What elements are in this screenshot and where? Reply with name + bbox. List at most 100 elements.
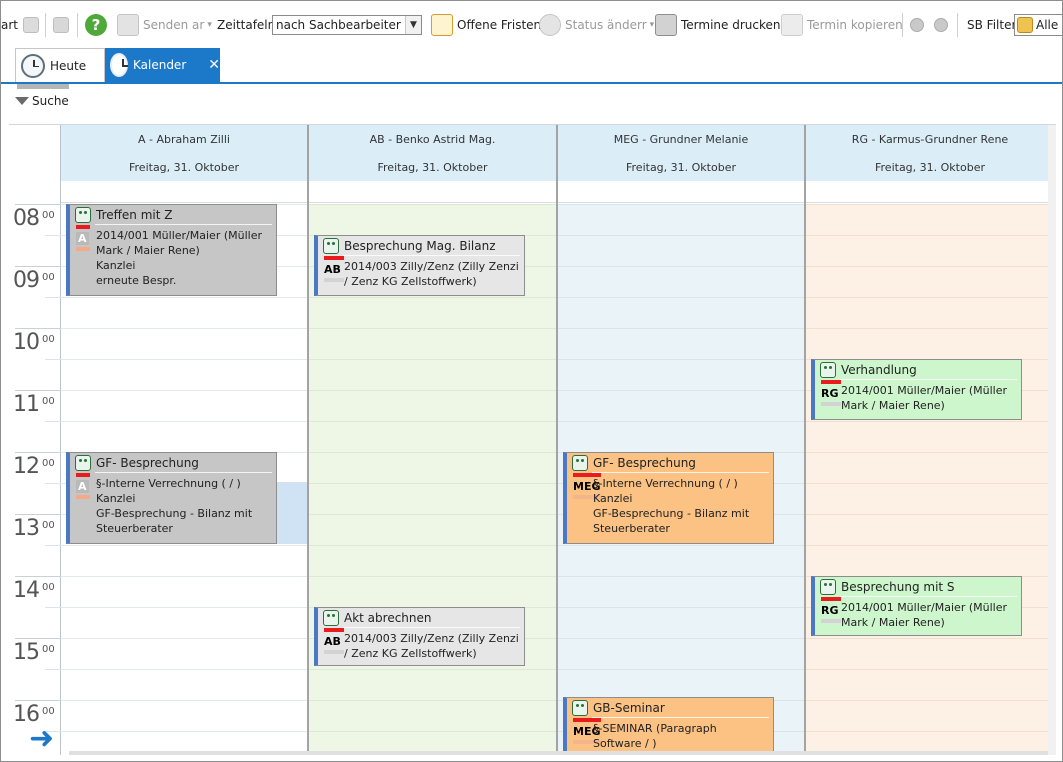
app-window: art ? Senden ar ▾ Zeittafeln nach Sachbe… bbox=[0, 0, 1063, 762]
appointment-details: §-Interne Verrechnung ( / ) Kanzlei GF-B… bbox=[96, 477, 253, 535]
copy-appointment-button[interactable]: Termin kopieren bbox=[781, 7, 903, 43]
staff-name: RG - Karmus-Grundner Rene bbox=[851, 133, 1009, 146]
minute-number: 00 bbox=[42, 582, 55, 593]
search-button[interactable]: Suche bbox=[15, 94, 69, 108]
appointment-type-icon bbox=[323, 238, 339, 254]
tab-kalender[interactable]: Kalender ✕ bbox=[105, 48, 220, 82]
appointment-title: GB-Seminar bbox=[593, 701, 665, 715]
staff-badge: RG bbox=[821, 387, 839, 400]
sb-filter-select[interactable]: Alle bbox=[1014, 14, 1062, 36]
staff-badge: RG bbox=[821, 604, 839, 617]
hour-number: 09 bbox=[13, 268, 40, 293]
all-day-row[interactable] bbox=[61, 181, 307, 203]
calendar-warning-icon bbox=[431, 14, 453, 36]
appointment[interactable]: Akt abrechnen AB 2014/003 Zilly/Zenz (Zill… bbox=[314, 607, 525, 666]
appointment-type-icon bbox=[820, 362, 836, 378]
appointment[interactable]: GF- Besprechung MEG §-Interne Verrechnung … bbox=[563, 452, 774, 544]
appointment[interactable]: Besprechung mit S RG 2014/001 Müller/Maier… bbox=[811, 576, 1022, 636]
all-day-row[interactable] bbox=[309, 181, 556, 203]
priority-bar bbox=[76, 225, 90, 229]
appointment-type-icon bbox=[572, 700, 588, 716]
zeittafeln-label: Zeittafeln bbox=[217, 18, 276, 32]
appointment-title: GF- Besprechung bbox=[96, 456, 199, 470]
hour-label: 11 00 bbox=[9, 390, 61, 452]
column-date: Freitag, 31. Oktober bbox=[129, 161, 239, 174]
change-status-label: Status änderr bbox=[565, 18, 647, 32]
help-icon[interactable]: ? bbox=[85, 7, 107, 43]
users-icon bbox=[1017, 17, 1033, 33]
hour-number: 12 bbox=[13, 454, 40, 479]
arrow-right-icon[interactable]: ➜ bbox=[29, 724, 54, 754]
print-appointments-button[interactable]: Termine drucken bbox=[655, 7, 781, 43]
hour-label: 08 00 bbox=[9, 204, 61, 266]
column-header[interactable]: AB - Benko Astrid Mag. Freitag, 31. Oktob… bbox=[309, 125, 556, 181]
tab-heute[interactable]: Heute bbox=[15, 48, 105, 82]
minute-number: 00 bbox=[42, 520, 55, 531]
filter-icon bbox=[15, 97, 29, 105]
appointment[interactable]: GF- Besprechung A §-Interne Verrechnung ( … bbox=[66, 452, 277, 544]
hour-label: 14 00 bbox=[9, 576, 61, 638]
hour-label: 13 00 bbox=[9, 514, 61, 576]
minute-number: 00 bbox=[42, 210, 55, 221]
appointment-type-icon bbox=[820, 579, 836, 595]
copy-icon bbox=[781, 14, 803, 36]
status-bar bbox=[324, 650, 344, 654]
staff-name: MEG - Grundner Melanie bbox=[613, 133, 749, 146]
open-deadlines-button[interactable]: Offene Fristen bbox=[431, 7, 541, 43]
minute-number: 00 bbox=[42, 644, 55, 655]
horizontal-scrollbar[interactable] bbox=[69, 751, 1048, 755]
column-date: Freitag, 31. Oktober bbox=[875, 161, 985, 174]
vertical-scrollbar[interactable] bbox=[1048, 125, 1056, 755]
print-icon[interactable] bbox=[53, 7, 73, 43]
change-status-button[interactable]: Status änderr ▾ bbox=[539, 7, 654, 43]
appointment-title: GF- Besprechung bbox=[593, 456, 696, 470]
appointment[interactable]: GB-Seminar MEG §-SEMINAR (Paragraph Softwa… bbox=[563, 697, 774, 755]
staff-column[interactable]: MEG - Grundner Melanie Freitag, 31. Oktob… bbox=[558, 125, 806, 755]
hour-number: 11 bbox=[13, 392, 40, 417]
appointment[interactable]: Treffen mit Z A 2014/001 Müller/Maier (Mül… bbox=[66, 204, 277, 296]
all-day-row[interactable] bbox=[558, 181, 804, 203]
start-button[interactable]: art bbox=[1, 7, 18, 43]
staff-column[interactable]: RG - Karmus-Grundner Rene Freitag, 31. Ok… bbox=[806, 125, 1056, 755]
appointment-title: Verhandlung bbox=[841, 363, 917, 377]
column-header[interactable]: RG - Karmus-Grundner Rene Freitag, 31. Ok… bbox=[806, 125, 1054, 181]
time-column: 08 00 09 00 10 00 11 00 12 00 13 00 14 00 15 00 16 00 bbox=[9, 125, 61, 755]
appointment-details: 2014/003 Zilly/Zenz (Zilly Zenzi / Zenz … bbox=[344, 632, 519, 660]
all-day-row[interactable] bbox=[806, 181, 1054, 203]
appointment-title: Besprechung mit S bbox=[841, 580, 955, 594]
column-date: Freitag, 31. Oktober bbox=[377, 161, 488, 174]
mail-icon bbox=[117, 14, 139, 36]
calendar-grid[interactable]: 08 00 09 00 10 00 11 00 12 00 13 00 14 00 15 00 16 00 A -… bbox=[9, 124, 1056, 755]
print-appointments-label: Termine drucken bbox=[681, 18, 781, 32]
appointment-details: §-Interne Verrechnung ( / ) Kanzlei GF-B… bbox=[593, 477, 750, 535]
column-header[interactable]: A - Abraham Zilli Freitag, 31. Oktober bbox=[61, 125, 307, 181]
priority-bar bbox=[821, 597, 841, 601]
appointment-type-icon bbox=[75, 455, 91, 471]
appointment[interactable]: Besprechung Mag. Bilanz AB 2014/003 Zilly/… bbox=[314, 235, 525, 296]
send-button[interactable]: Senden ar ▾ bbox=[117, 7, 212, 43]
staff-name: A - Abraham Zilli bbox=[138, 133, 230, 146]
minute-number: 00 bbox=[42, 706, 55, 717]
status-bar bbox=[76, 247, 90, 251]
close-icon[interactable]: ✕ bbox=[208, 57, 220, 73]
hour-number: 08 bbox=[13, 206, 40, 231]
staff-badge: A bbox=[76, 232, 89, 245]
zeittafeln-select[interactable]: nach Sachbearbeiter ▼ bbox=[272, 15, 422, 35]
up-icon[interactable] bbox=[910, 7, 924, 43]
status-bar bbox=[76, 495, 90, 499]
minute-number: 00 bbox=[42, 272, 55, 283]
save-icon[interactable] bbox=[23, 7, 43, 43]
column-header[interactable]: MEG - Grundner Melanie Freitag, 31. Oktob… bbox=[558, 125, 804, 181]
hour-number: 14 bbox=[13, 578, 40, 603]
send-label: Senden ar bbox=[143, 18, 205, 32]
appointment-type-icon bbox=[572, 455, 588, 471]
appointment[interactable]: Verhandlung RG 2014/001 Müller/Maier (Müll… bbox=[811, 359, 1022, 420]
today-icon bbox=[21, 53, 45, 78]
sb-filter-value: Alle bbox=[1036, 18, 1059, 32]
column-body[interactable] bbox=[806, 204, 1054, 755]
down-icon[interactable] bbox=[934, 7, 948, 43]
appointment-title: Treffen mit Z bbox=[96, 208, 173, 222]
clock-icon bbox=[110, 53, 128, 77]
staff-name: AB - Benko Astrid Mag. bbox=[369, 133, 496, 146]
hour-label: 10 00 bbox=[9, 328, 61, 390]
